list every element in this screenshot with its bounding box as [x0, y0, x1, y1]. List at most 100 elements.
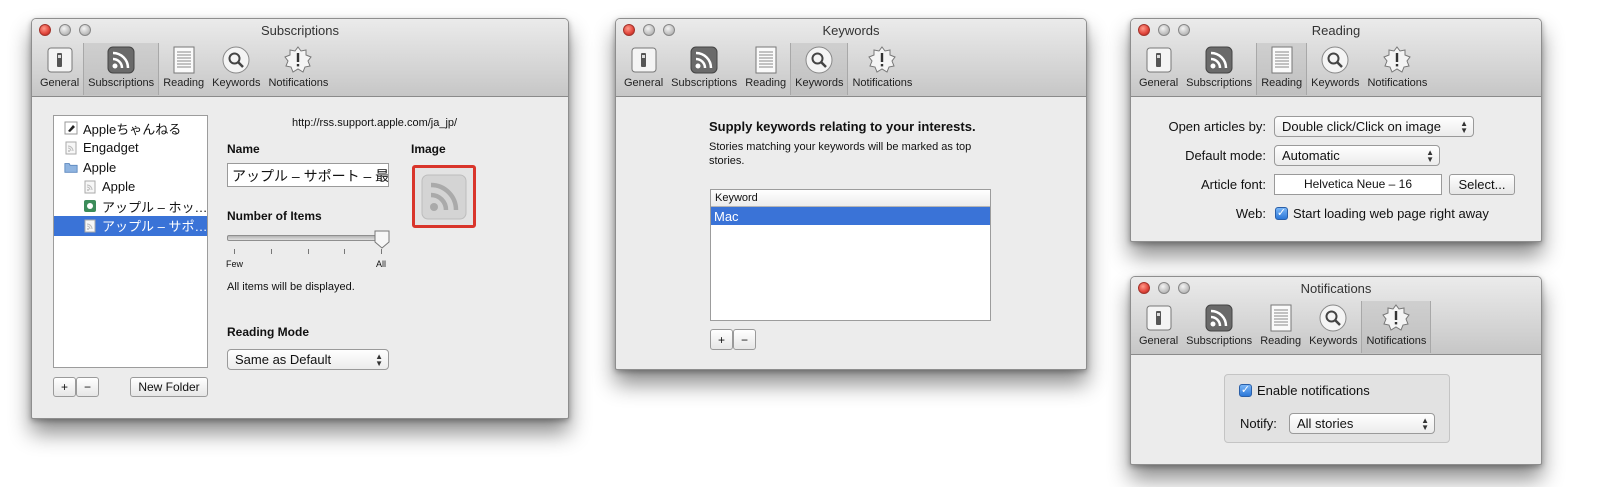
subscriptions-icon — [106, 45, 136, 75]
feed-list-item[interactable]: アップル – サポ… — [54, 215, 207, 236]
window-title: Reading — [1311, 23, 1361, 38]
keywords-heading: Supply keywords relating to your interes… — [709, 119, 976, 134]
slider-ticks — [234, 249, 382, 254]
tab-general[interactable]: General — [1135, 301, 1182, 353]
select-font-button[interactable]: Select... — [1449, 174, 1515, 195]
reading-mode-label: Reading Mode — [227, 325, 310, 339]
slider-knob[interactable] — [374, 230, 390, 249]
tab-general[interactable]: General — [36, 43, 83, 95]
general-icon — [45, 45, 75, 75]
name-field-value: アップル – サポート – 最 — [232, 168, 389, 184]
default-mode-popup[interactable]: Automatic ▲ ▼ — [1274, 145, 1440, 166]
tab-label: Keywords — [1311, 77, 1360, 89]
article-font-label: Article font: — [1200, 177, 1266, 192]
open-articles-value: Double click/Click on image — [1282, 119, 1441, 134]
tab-label: General — [1139, 77, 1179, 89]
tab-label: Notifications — [1367, 77, 1428, 89]
keywords-icon — [1320, 45, 1350, 75]
tab-notifications[interactable]: Notifications — [1361, 301, 1432, 353]
slider-track — [227, 235, 384, 241]
default-mode-value: Automatic — [1282, 148, 1340, 163]
feed-list-item[interactable]: Appleちゃんねる — [54, 118, 207, 138]
feed-list-item[interactable]: Engadget — [54, 138, 207, 158]
tab-label: General — [624, 77, 664, 89]
notifications-icon — [867, 45, 897, 75]
tab-label: Subscriptions — [88, 77, 155, 89]
remove-feed-button[interactable]: − — [76, 377, 99, 397]
tab-keywords[interactable]: Keywords — [208, 43, 264, 95]
keywords-icon — [804, 45, 834, 75]
keyword-column-header[interactable]: Keyword — [711, 190, 990, 207]
reading-icon — [1266, 303, 1296, 333]
feed-list-item-label: Apple — [102, 179, 136, 194]
tab-notifications[interactable]: Notifications — [848, 43, 916, 95]
open-articles-popup[interactable]: Double click/Click on image ▲ ▼ — [1274, 116, 1474, 137]
tab-reading[interactable]: Reading — [1256, 301, 1305, 353]
notify-value: All stories — [1297, 416, 1354, 431]
tab-subscriptions[interactable]: Subscriptions — [83, 43, 160, 95]
add-feed-button[interactable]: + — [53, 377, 76, 397]
popup-arrows-icon: ▲ ▼ — [1421, 415, 1429, 432]
tab-label: Notifications — [1366, 335, 1427, 347]
feed-list-item[interactable]: Apple — [54, 157, 207, 177]
reading-icon — [751, 45, 781, 75]
notify-label: Notify: — [1240, 416, 1277, 431]
notify-popup[interactable]: All stories ▲ ▼ — [1289, 413, 1435, 434]
add-keyword-button[interactable]: + — [710, 329, 733, 350]
feed-list-item-label: Apple — [83, 159, 117, 175]
tab-subscriptions[interactable]: Subscriptions — [1182, 301, 1256, 353]
article-font-field[interactable]: Helvetica Neue – 16 — [1274, 174, 1442, 195]
keyword-table[interactable]: Keyword Mac — [710, 189, 991, 321]
feed-file-icon — [83, 219, 97, 233]
subscriptions-toolbar: Subscriptions General Subscriptions Read… — [32, 19, 568, 97]
reading-mode-value: Same as Default — [235, 352, 332, 367]
enable-notifications-label[interactable]: Enable notifications — [1257, 383, 1370, 398]
popup-arrows-icon: ▲ ▼ — [375, 351, 383, 368]
tab-reading[interactable]: Reading — [741, 43, 790, 95]
preference-tabs: General Subscriptions Reading Keywords N… — [1135, 43, 1431, 95]
tab-notifications[interactable]: Notifications — [264, 43, 332, 95]
tab-keywords[interactable]: Keywords — [790, 43, 849, 95]
subscriptions-content: Appleちゃんねる Engadget Apple Apple アップル – ホッ… アッ… — [32, 97, 568, 418]
feed-list-item[interactable]: Apple — [54, 177, 207, 197]
feed-file-icon — [83, 180, 97, 194]
tab-label: Subscriptions — [1186, 77, 1253, 89]
tab-notifications[interactable]: Notifications — [1363, 43, 1431, 95]
name-field[interactable]: アップル – サポート – 最 — [227, 163, 389, 187]
tab-general[interactable]: General — [620, 43, 667, 95]
tab-subscriptions[interactable]: Subscriptions — [667, 43, 741, 95]
feed-list[interactable]: Appleちゃんねる Engadget Apple Apple アップル – ホッ… アッ… — [53, 115, 208, 368]
keyword-row[interactable]: Mac — [711, 207, 990, 225]
notifications-content: ✓ Enable notifications Notify: All stori… — [1131, 355, 1541, 464]
apple-channel-icon — [64, 121, 78, 135]
window-title: Subscriptions — [260, 23, 340, 38]
enable-notifications-checkbox[interactable]: ✓ — [1239, 384, 1252, 397]
web-checkbox[interactable]: ✓ — [1275, 207, 1288, 220]
notifications-icon — [1382, 45, 1412, 75]
keyword-column-header-label: Keyword — [715, 192, 758, 204]
green-feed-icon — [83, 199, 97, 213]
tab-keywords[interactable]: Keywords — [1307, 43, 1363, 95]
tab-label: Notifications — [268, 77, 329, 89]
reading-window: Reading General Subscriptions Reading Ke… — [1130, 18, 1542, 242]
feed-list-item[interactable]: アップル – ホッ… — [54, 196, 207, 216]
feed-file-icon — [64, 141, 78, 155]
keywords-content: Supply keywords relating to your interes… — [616, 97, 1086, 369]
web-checkbox-label[interactable]: Start loading web page right away — [1293, 206, 1489, 221]
feed-url: http://rss.support.apple.com/ja_jp/ — [292, 117, 458, 129]
tab-label: Keywords — [1309, 335, 1358, 347]
reading-mode-popup[interactable]: Same as Default ▲ ▼ — [227, 349, 389, 370]
tab-keywords[interactable]: Keywords — [1305, 301, 1361, 353]
tab-label: Subscriptions — [1186, 335, 1253, 347]
new-folder-button[interactable]: New Folder — [130, 377, 208, 397]
image-well[interactable] — [412, 165, 476, 228]
items-slider[interactable] — [227, 227, 390, 257]
tab-reading[interactable]: Reading — [159, 43, 208, 95]
tab-reading[interactable]: Reading — [1256, 43, 1308, 95]
tab-general[interactable]: General — [1135, 43, 1182, 95]
tab-subscriptions[interactable]: Subscriptions — [1182, 43, 1256, 95]
keywords-icon — [1318, 303, 1348, 333]
remove-keyword-button[interactable]: − — [733, 329, 756, 350]
tab-label: Keywords — [212, 77, 261, 89]
feed-list-item-label: Engadget — [83, 140, 139, 155]
